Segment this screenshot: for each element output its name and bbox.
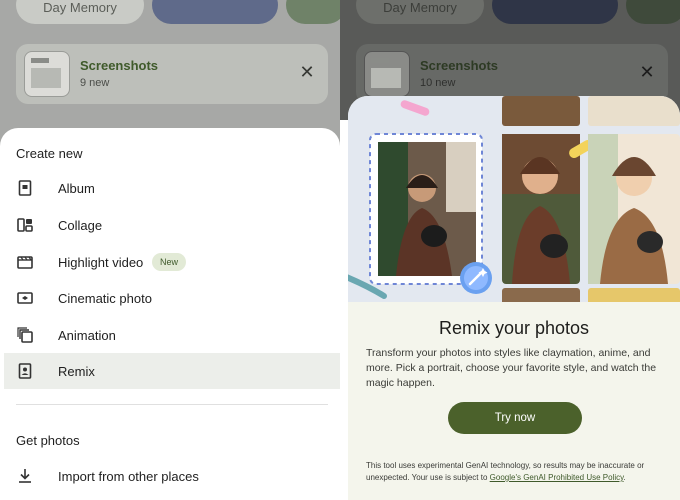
menu-item-album[interactable]: Album bbox=[4, 170, 340, 206]
menu-item-remix[interactable]: Remix bbox=[4, 353, 340, 389]
memory-chip[interactable] bbox=[286, 0, 340, 24]
menu-label: Cinematic photo bbox=[58, 291, 152, 306]
remix-promo-description: Transform your photos into styles like c… bbox=[366, 347, 657, 389]
remix-icon bbox=[16, 362, 34, 380]
section-title-create-new: Create new bbox=[16, 146, 83, 161]
day-memory-label: Day Memory bbox=[43, 0, 117, 15]
remix-hero-illustration bbox=[348, 96, 680, 302]
menu-label: Animation bbox=[58, 328, 116, 343]
disclaimer-end: . bbox=[623, 473, 626, 482]
divider bbox=[16, 404, 328, 405]
menu-label: Collage bbox=[58, 218, 103, 233]
menu-item-animation[interactable]: Animation bbox=[4, 317, 340, 353]
menu-item-cinematic-photo[interactable]: Cinematic photo bbox=[4, 280, 340, 316]
day-memory-chip[interactable]: Day Memory bbox=[16, 0, 144, 24]
menu-item-collage[interactable]: Collage bbox=[4, 207, 340, 243]
album-icon bbox=[16, 179, 34, 197]
menu-label: Remix bbox=[58, 364, 95, 379]
menu-label: Album bbox=[58, 181, 95, 196]
screenshots-thumbnail bbox=[24, 51, 70, 97]
left-screen: Day Memory Screenshots 9 new ✕ Create ne… bbox=[0, 0, 340, 500]
download-icon bbox=[16, 467, 34, 485]
day-memory-chip[interactable]: Day Memory bbox=[356, 0, 484, 24]
screenshots-card[interactable]: Screenshots 9 new ✕ bbox=[16, 44, 328, 104]
screenshots-card[interactable]: Screenshots 10 new ✕ bbox=[356, 44, 668, 104]
try-now-button[interactable]: Try now bbox=[448, 402, 582, 434]
screenshots-title: Screenshots bbox=[80, 58, 159, 73]
section-title-get-photos: Get photos bbox=[16, 433, 80, 448]
memory-chip[interactable] bbox=[492, 0, 618, 24]
remix-promo-sheet: Remix your photos Transform your photos … bbox=[348, 96, 680, 500]
screenshots-count: 9 new bbox=[80, 77, 110, 89]
create-bottom-sheet: Create new Album Collage Highlight video… bbox=[0, 128, 340, 500]
close-icon[interactable]: ✕ bbox=[638, 64, 656, 82]
remix-promo-title: Remix your photos bbox=[438, 318, 590, 338]
day-memory-label: Day Memory bbox=[383, 0, 457, 15]
memory-chip[interactable] bbox=[152, 0, 278, 24]
memory-chip-row: Day Memory bbox=[340, 0, 680, 26]
highlight-video-icon bbox=[16, 253, 34, 271]
new-badge: New bbox=[152, 253, 187, 271]
close-icon[interactable]: ✕ bbox=[298, 64, 316, 82]
menu-item-highlight-video[interactable]: Highlight video New bbox=[4, 244, 340, 280]
cinematic-photo-icon bbox=[16, 289, 34, 307]
right-screen: Day Memory Screenshots 10 new ✕ Remix yo… bbox=[340, 0, 680, 500]
menu-label: Highlight video bbox=[58, 255, 144, 270]
screenshots-count: 10 new bbox=[420, 77, 456, 89]
genai-disclaimer: This tool uses experimental GenAI techno… bbox=[366, 460, 666, 484]
animation-icon bbox=[16, 326, 34, 344]
memory-chip-row: Day Memory bbox=[0, 0, 340, 26]
collage-icon bbox=[16, 216, 34, 234]
prohibited-use-policy-link[interactable]: Google's GenAI Prohibited Use Policy bbox=[490, 473, 624, 482]
screenshots-title: Screenshots bbox=[420, 58, 499, 73]
screenshots-thumbnail bbox=[364, 51, 410, 97]
menu-item-import[interactable]: Import from other places bbox=[4, 458, 340, 494]
memory-chip[interactable] bbox=[626, 0, 680, 24]
menu-label: Import from other places bbox=[58, 469, 199, 484]
